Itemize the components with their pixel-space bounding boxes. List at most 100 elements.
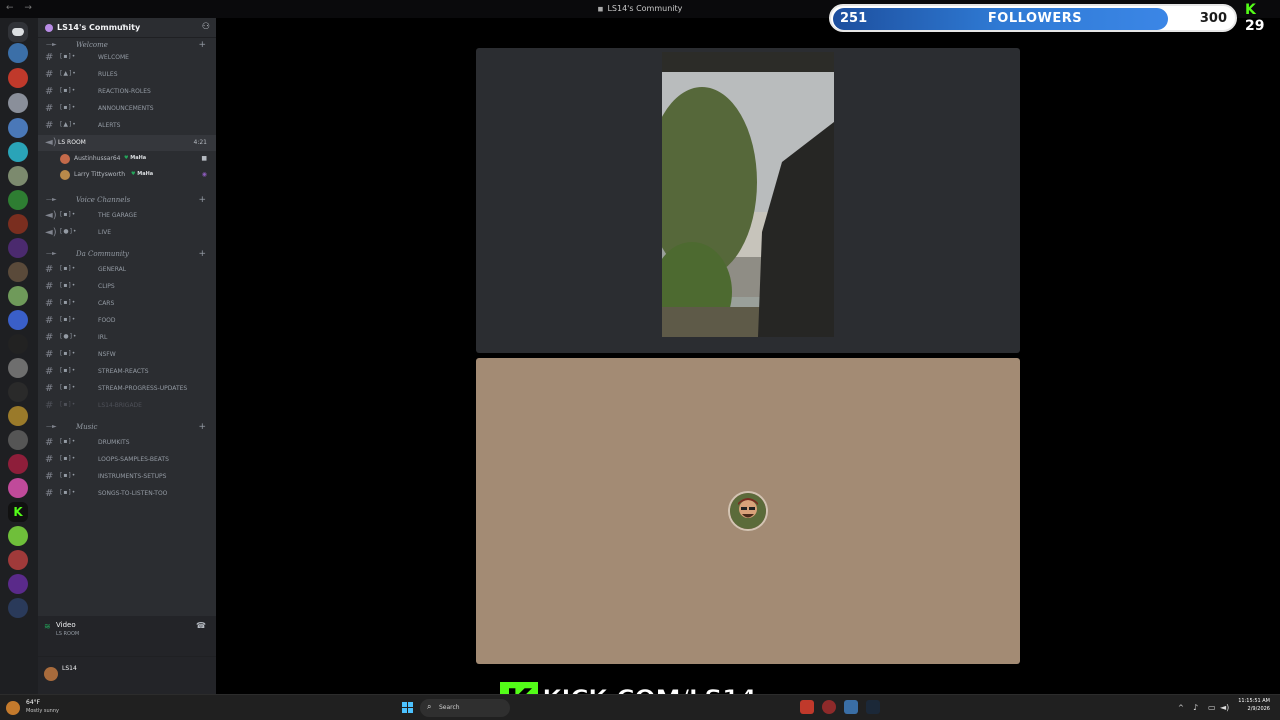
channel-instruments-setups[interactable]: # [▪]• INSTRUMENTS-SETUPS <box>38 469 216 485</box>
followers-goal: 300 <box>1199 11 1227 26</box>
server-icon[interactable] <box>8 214 28 234</box>
search-placeholder: Search <box>439 704 460 711</box>
channel-songs-to-listen-too[interactable]: # [▪]• SONGS-TO-LISTEN-TOO <box>38 486 216 502</box>
server-icon[interactable] <box>8 478 28 498</box>
server-header[interactable]: LS14's Community ▾ ⚇ <box>38 18 216 38</box>
server-icon[interactable] <box>8 190 28 210</box>
server-icon[interactable] <box>8 526 28 546</box>
channel-food[interactable]: # [▪]• FOOD <box>38 313 216 329</box>
clock-time: 11:15:51 AM <box>1238 698 1270 704</box>
add-channel-icon[interactable]: + <box>198 422 206 432</box>
category-voice-channels[interactable]: —► Voice Channels + <box>38 193 216 209</box>
channel-ls14-brigade[interactable]: # [▪]• LS14-BRIGADE <box>38 398 216 414</box>
server-icon[interactable] <box>8 238 28 258</box>
channel-nsfw[interactable]: # [▪]• NSFW <box>38 347 216 363</box>
discord-small-icon: ◼ <box>597 5 604 13</box>
channel-cars[interactable]: # [▪]• CARS <box>38 296 216 312</box>
channel-reaction-roles[interactable]: # [▪]• REACTION-ROLES <box>38 84 216 100</box>
channel-emoji-icon: [▪]• <box>60 87 77 94</box>
server-icon[interactable] <box>8 430 28 450</box>
voice-channel-live[interactable]: ◄) [●]• LIVE <box>38 225 216 241</box>
video-tile-avatar[interactable] <box>476 358 1020 664</box>
server-icon[interactable] <box>8 93 28 113</box>
channel-emoji-icon: [▪]• <box>60 350 77 357</box>
channel-emoji-icon: [▪]• <box>60 401 77 408</box>
avatar[interactable] <box>44 667 58 681</box>
channel-stream-reacts[interactable]: # [▪]• STREAM-REACTS <box>38 364 216 380</box>
hash-icon: # <box>45 383 54 394</box>
hash-icon: # <box>45 69 54 80</box>
microphone-icon[interactable]: ♪ <box>1193 703 1198 712</box>
server-icon[interactable] <box>8 68 28 88</box>
signal-icon: ≋ <box>44 622 51 631</box>
server-icon[interactable] <box>8 334 28 354</box>
channel-rules[interactable]: # [▲]• RULES <box>38 67 216 83</box>
server-icon[interactable] <box>8 43 28 63</box>
add-channel-icon[interactable]: + <box>198 249 206 259</box>
server-icon[interactable] <box>8 454 28 474</box>
channel-name: LS ROOM <box>58 139 86 146</box>
add-channel-icon[interactable]: + <box>198 195 206 205</box>
server-icon[interactable] <box>8 310 28 330</box>
app-icon[interactable] <box>844 700 858 714</box>
weather-temp: 64°F <box>26 699 41 706</box>
channel-emoji-icon: [▪]• <box>60 316 77 323</box>
channel-drumkits[interactable]: # [▪]• DRUMKITS <box>38 435 216 451</box>
server-icon[interactable] <box>8 118 28 138</box>
chevron-up-icon[interactable]: ^ <box>1178 704 1184 712</box>
disconnect-icon[interactable]: ☎ <box>196 621 206 630</box>
kick-viewer-count: K 29 <box>1245 2 1280 34</box>
channel-name: RULES <box>98 71 118 78</box>
server-icon[interactable] <box>8 382 28 402</box>
taskbar-search[interactable]: ⌕ Search <box>420 699 510 717</box>
windows-start-icon[interactable] <box>402 702 414 714</box>
server-icon[interactable] <box>8 406 28 426</box>
category-music[interactable]: —► Music + <box>38 420 216 436</box>
server-icon[interactable] <box>8 598 28 618</box>
channel-name: STREAM-REACTS <box>98 368 149 375</box>
server-icon[interactable] <box>8 262 28 282</box>
voice-status-channel[interactable]: LS ROOM <box>56 631 79 637</box>
voice-member[interactable]: Austinhussar64 ♥ MaHa ■ <box>38 151 216 167</box>
kick-server-icon[interactable]: K <box>8 502 28 522</box>
clock[interactable]: 11:15:51 AM 2/9/2026 <box>1238 698 1270 712</box>
volume-icon[interactable]: ◄) <box>1220 703 1229 712</box>
channel-welcome[interactable]: # [▪]• WELCOME <box>38 50 216 66</box>
member-name: Austinhussar64 <box>74 155 121 162</box>
server-icon[interactable] <box>8 358 28 378</box>
channel-loops-samples-beats[interactable]: # [▪]• LOOPS-SAMPLES-BEATS <box>38 452 216 468</box>
channel-clips[interactable]: # [▪]• CLIPS <box>38 279 216 295</box>
voice-connection-panel: ≋ Video LS ROOM ☎ <box>38 616 216 656</box>
channel-alerts[interactable]: # [▲]• ALERTS <box>38 118 216 134</box>
hash-icon: # <box>45 264 54 275</box>
discord-home-icon[interactable] <box>8 22 28 42</box>
channel-announcements[interactable]: # [▪]• ANNOUNCEMENTS <box>38 101 216 117</box>
channel-irl[interactable]: # [●]• IRL <box>38 330 216 346</box>
member-role-tag: ♥ MaHa <box>124 155 147 161</box>
voice-status-label: Video <box>56 621 76 629</box>
app-icon[interactable] <box>822 700 836 714</box>
channel-emoji-icon: [▲]• <box>60 70 77 77</box>
add-channel-icon[interactable]: + <box>198 40 206 50</box>
invite-people-icon[interactable]: ⚇ <box>202 22 210 32</box>
voice-channel-the-garage[interactable]: ◄) [▪]• THE GARAGE <box>38 208 216 224</box>
voice-channel-ls-room[interactable]: ◄) LS ROOM 4:21 <box>38 135 216 151</box>
server-icon[interactable] <box>8 166 28 186</box>
server-icon[interactable] <box>8 574 28 594</box>
server-icon[interactable] <box>8 550 28 570</box>
hash-icon: # <box>45 298 54 309</box>
category-community[interactable]: —► Da Community + <box>38 247 216 263</box>
server-icon[interactable] <box>8 286 28 306</box>
display-icon[interactable]: ▭ <box>1208 703 1216 712</box>
steam-icon[interactable] <box>866 700 880 714</box>
channel-general[interactable]: # [▪]• GENERAL <box>38 262 216 278</box>
server-icon[interactable] <box>8 142 28 162</box>
channel-stream-progress-updates[interactable]: # [▪]• STREAM-PROGRESS-UPDATES <box>38 381 216 397</box>
voice-member[interactable]: Larry Tittysworth ♥ MaHa ◉ <box>38 167 216 183</box>
speaker-icon: ◄) <box>45 210 57 221</box>
avatar <box>60 170 70 180</box>
followers-label: FOLLOWERS <box>987 11 1083 26</box>
hash-icon: # <box>45 454 54 465</box>
member-name: Larry Tittysworth <box>74 171 126 178</box>
brave-icon[interactable] <box>800 700 814 714</box>
